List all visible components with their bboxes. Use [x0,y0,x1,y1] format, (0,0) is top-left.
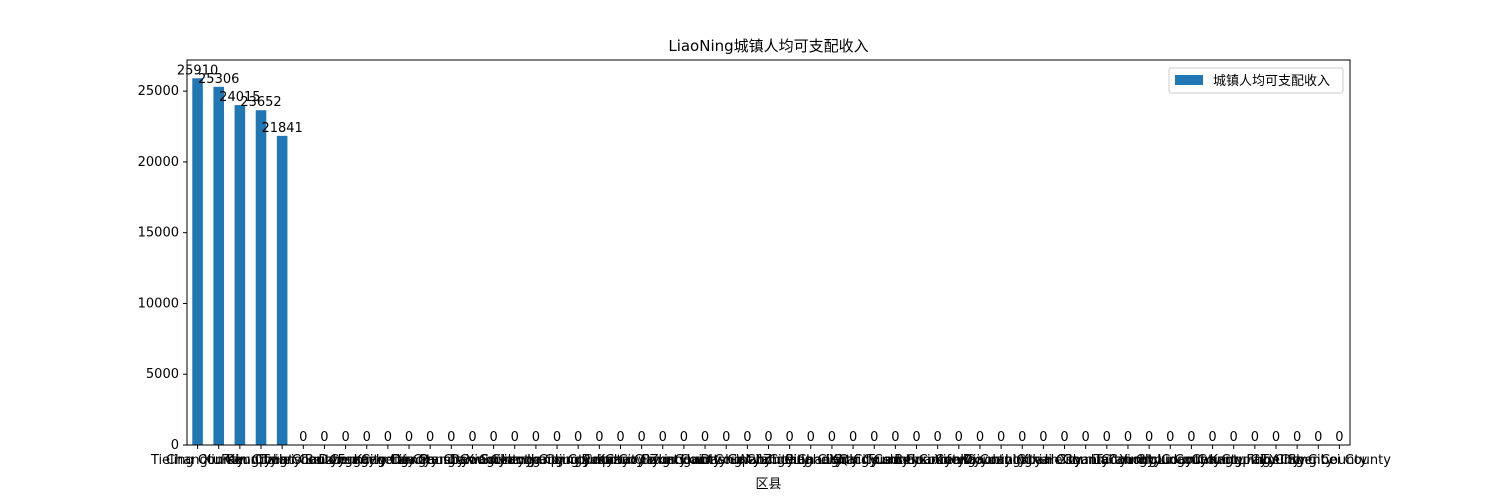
data-label: 0 [1082,430,1090,445]
data-label: 0 [405,430,413,445]
data-label: 0 [384,430,392,445]
data-label: 0 [1230,430,1238,445]
data-label: 0 [1272,430,1280,445]
data-label: 0 [1251,430,1259,445]
data-label: 0 [976,430,984,445]
x-axis-title: 区县 [755,477,781,492]
data-label: 0 [1124,430,1132,445]
x-axis: Tieling CountyChangtu CountyXinmin CityF… [150,445,1391,468]
y-axis: 0 5000 10000 15000 20000 25000 [138,84,187,453]
data-label: 0 [299,430,307,445]
data-label: 0 [320,430,328,445]
bar [192,78,203,446]
data-label: 0 [616,430,624,445]
data-label: 0 [1039,430,1047,445]
data-label: 0 [1060,430,1068,445]
legend: 城镇人均可支配收入 [1168,67,1344,94]
data-label: 0 [511,430,519,445]
data-label: 0 [743,430,751,445]
data-label: 21841 [261,121,302,136]
data-label: 0 [680,430,688,445]
bar [213,86,225,445]
data-label: 0 [891,430,899,445]
data-label: 0 [1293,430,1301,445]
data-label: 0 [341,430,349,445]
data-label: 0 [807,430,815,445]
data-label: 0 [786,430,794,445]
data-label: 0 [1145,430,1153,445]
chart-container: 25910 25306 24015 23652 21841 0 0 0 0 0 0 0 0 0 0 0 0 0 0 0… [0,0,1500,500]
data-label: 0 [1208,430,1216,445]
y-tick-label: 10000 [138,296,179,311]
chart-title: LiaoNing城镇人均可支配收入 [668,37,868,55]
data-label: 0 [849,430,857,445]
data-label: 23652 [240,95,281,110]
data-label: 0 [574,430,582,445]
data-labels-layer: 25910253062401523652218410 0 0 0 0 0 0 0 0 0 0 0 0 0 0… [177,63,1344,445]
legend-label: 城镇人均可支配收入 [1213,74,1330,89]
data-label: 0 [764,430,772,445]
bar-chart: 25910253062401523652218410 0 0 0 0 0 0 0 0 0 0 0 0 0 0… [138,37,1392,492]
y-tick-label: 25000 [138,84,179,99]
data-label: 0 [426,430,434,445]
data-label: 0 [997,430,1005,445]
bar [255,110,267,446]
data-label: 0 [532,430,540,445]
data-label: 0 [659,430,667,445]
data-label: 25306 [198,72,239,87]
data-label: 0 [1018,430,1026,445]
data-label: 0 [1187,430,1195,445]
data-label: 0 [934,430,942,445]
y-tick-label: 0 [171,438,179,453]
data-label: 0 [1335,430,1343,445]
y-tick-label: 15000 [138,226,179,241]
data-label: 0 [1166,430,1174,445]
data-label: 0 [363,430,371,445]
plot-frame [186,59,1351,446]
data-label: 0 [955,430,963,445]
data-label: 0 [1314,430,1322,445]
data-label: 0 [489,430,497,445]
data-label: 0 [447,430,455,445]
y-tick-label: 20000 [138,155,179,170]
bar [234,105,246,446]
legend-swatch [1175,75,1203,85]
data-label: 0 [637,430,645,445]
data-label: 0 [595,430,603,445]
data-label: 0 [912,430,920,445]
data-label: 0 [468,430,476,445]
data-label: 0 [1103,430,1111,445]
data-label: 0 [701,430,709,445]
data-label: 0 [870,430,878,445]
y-tick-label: 5000 [146,367,179,382]
data-label: 0 [828,430,836,445]
data-label: 0 [722,430,730,445]
data-label: 0 [553,430,561,445]
bar [276,135,288,445]
x-tick-label: Shenbei County [1288,453,1391,468]
